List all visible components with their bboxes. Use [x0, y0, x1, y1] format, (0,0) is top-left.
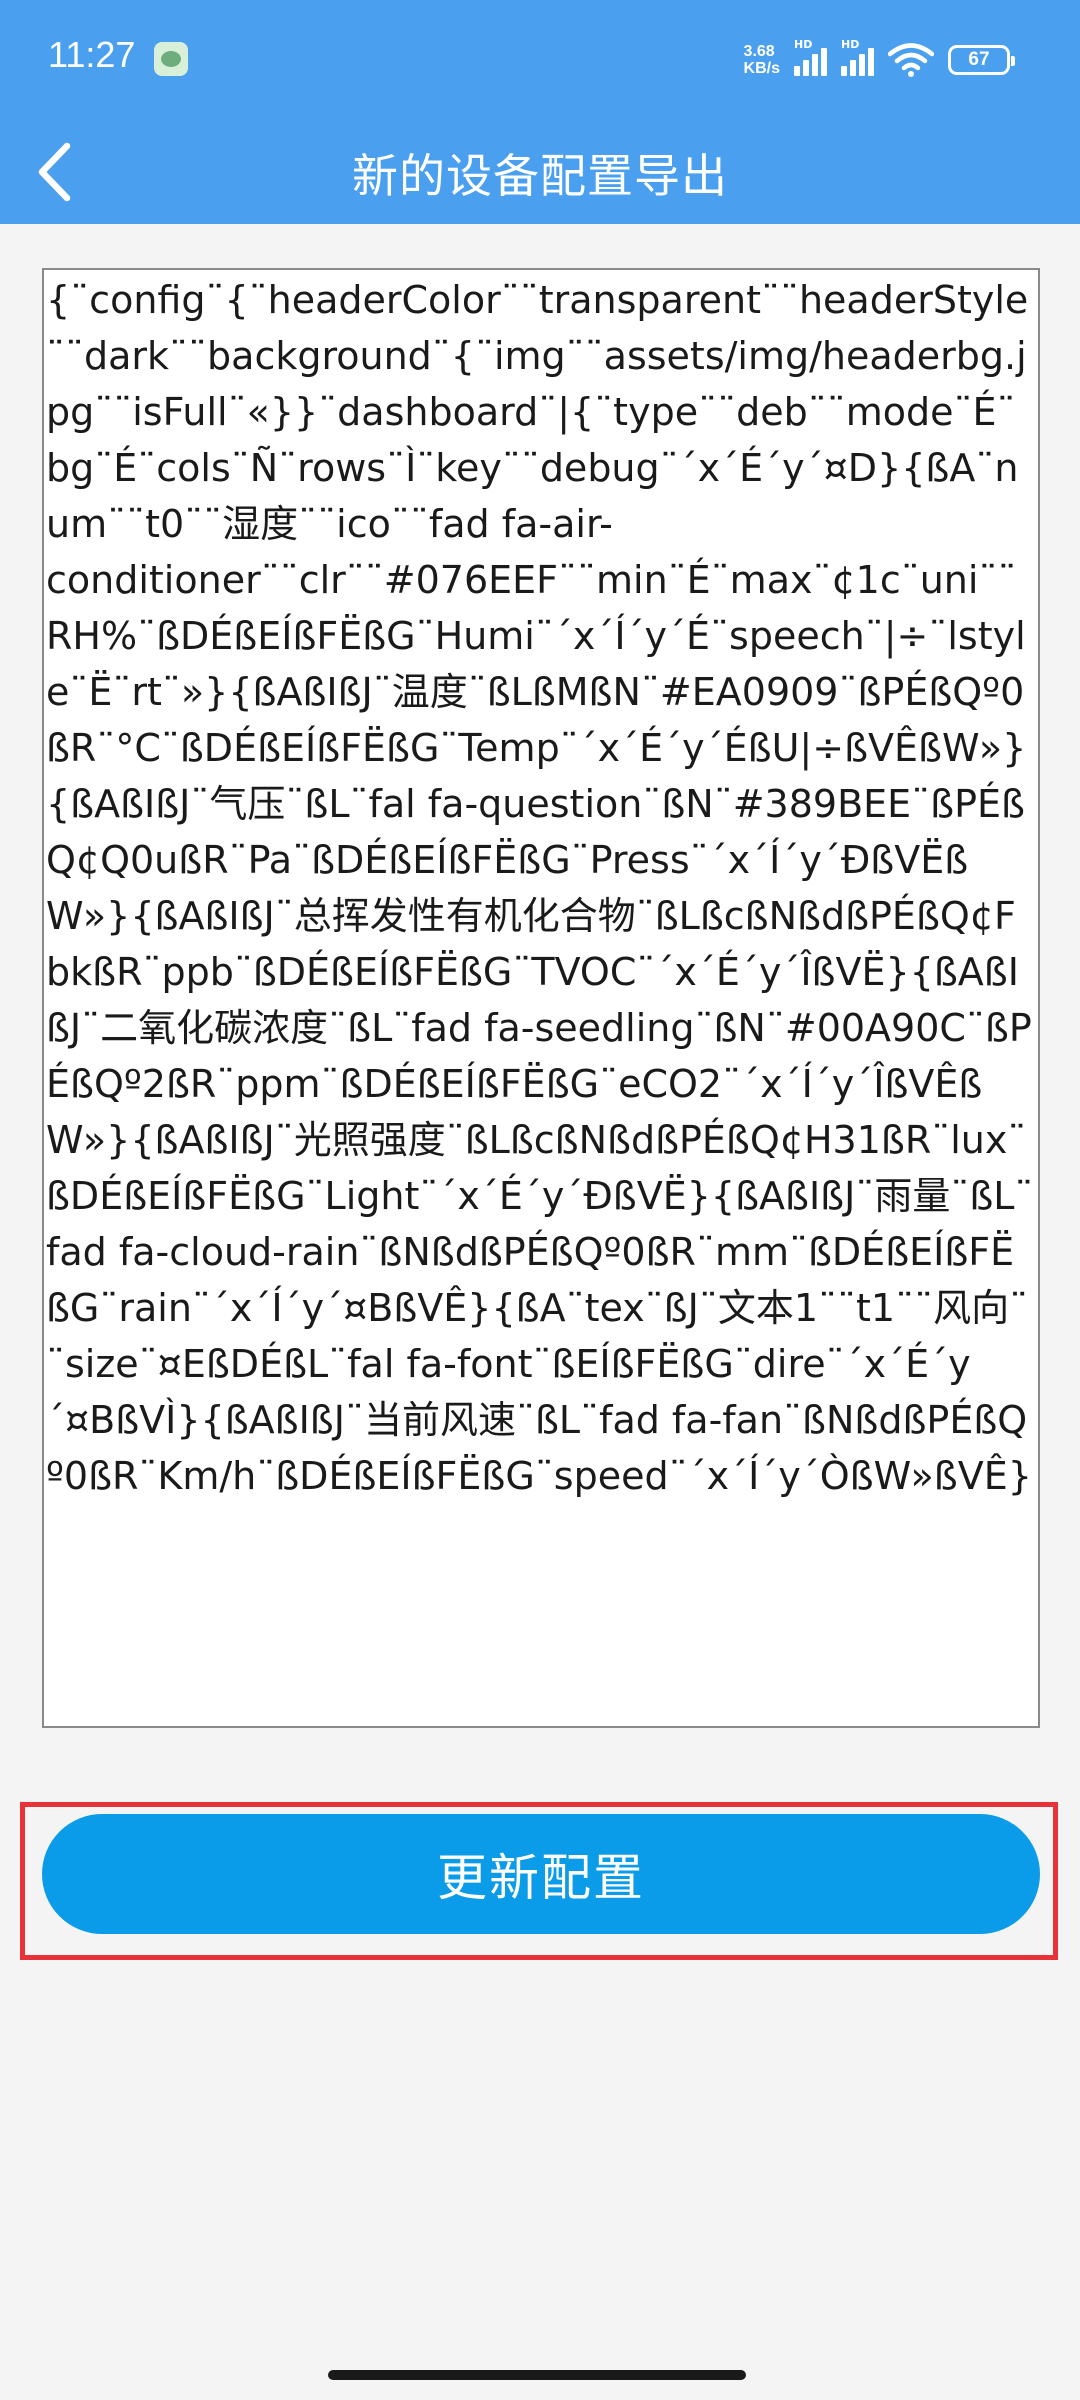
- wifi-icon: [888, 43, 934, 77]
- page-title: 新的设备配置导出: [352, 149, 728, 203]
- battery-level: 67: [968, 49, 990, 70]
- network-speed-value: 3.68: [743, 43, 775, 60]
- network-speed-unit: KB/s: [743, 60, 780, 77]
- config-textarea[interactable]: {¨config¨{¨headerColor¨¨transparent¨¨hea…: [42, 268, 1040, 1728]
- signal-icon: HD: [794, 38, 827, 76]
- nav-bar: 新的设备配置导出: [0, 120, 1080, 224]
- status-time: 11:27: [48, 34, 136, 75]
- app-notification-icon: [154, 42, 188, 76]
- network-speed: 3.68 KB/s: [744, 43, 780, 77]
- signal-hd-label: HD: [794, 38, 813, 51]
- status-bar: 11:27 3.68 KB/s HD HD 67: [0, 0, 1080, 120]
- app-header: 11:27 3.68 KB/s HD HD 67 新的设备配置导出: [0, 0, 1080, 224]
- update-config-button[interactable]: 更新配置: [42, 1814, 1040, 1934]
- signal-icon-2: HD: [841, 38, 874, 76]
- home-indicator[interactable]: [328, 2370, 746, 2380]
- battery-icon: 67: [948, 45, 1015, 75]
- signal-hd-label-2: HD: [841, 38, 860, 51]
- status-indicators: 3.68 KB/s HD HD 67: [744, 36, 1015, 84]
